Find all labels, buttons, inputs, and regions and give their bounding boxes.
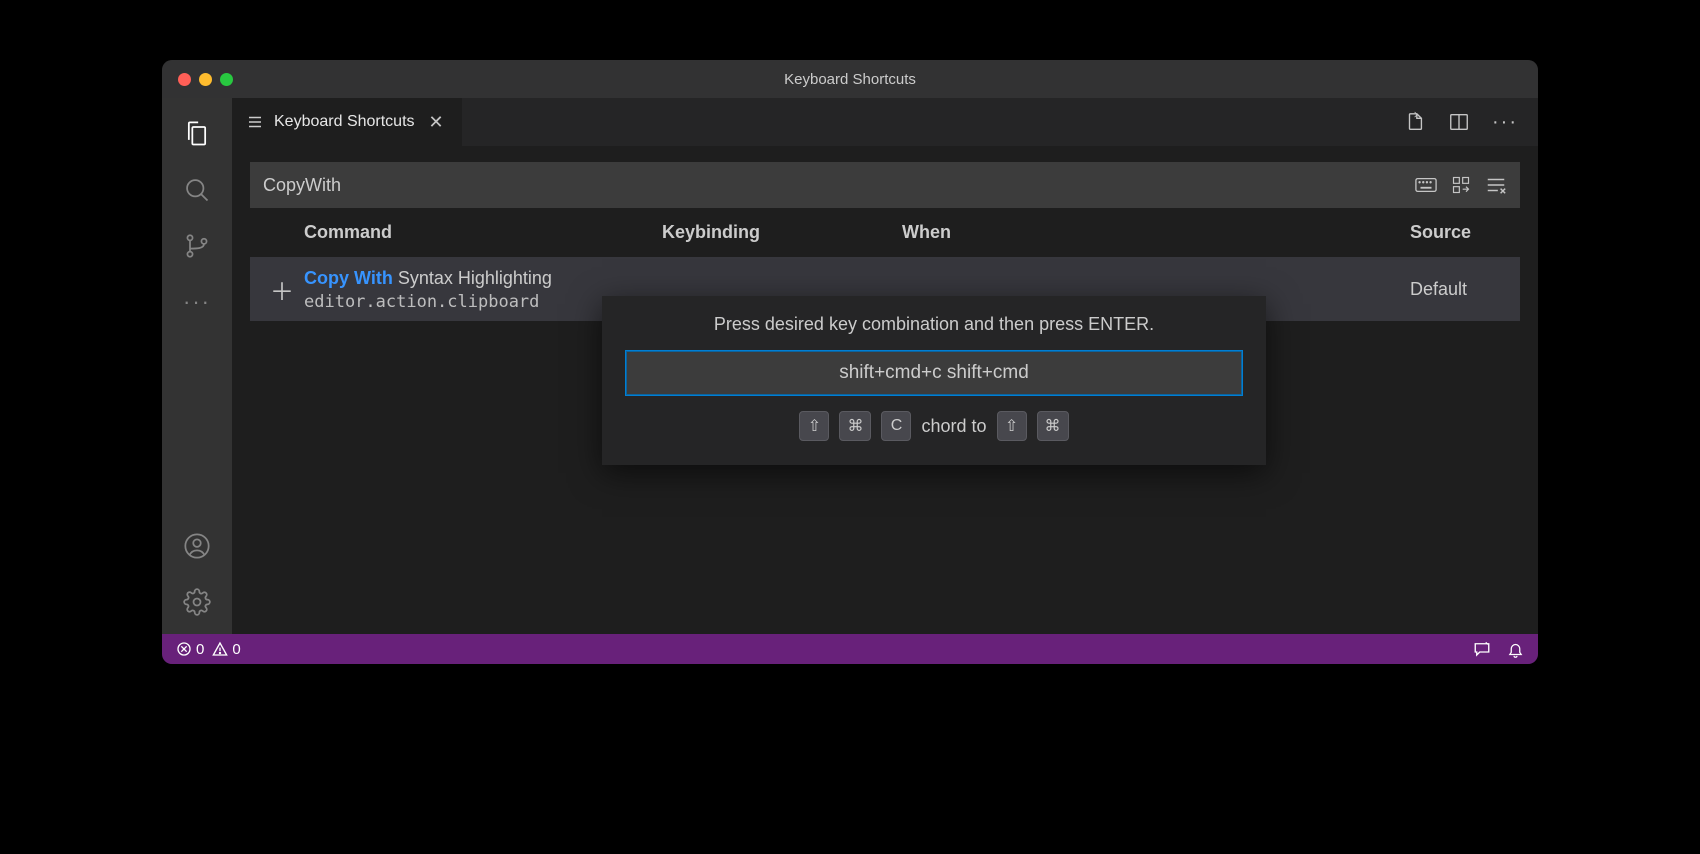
- status-errors[interactable]: 0: [176, 641, 204, 658]
- split-editor-icon[interactable]: [1448, 111, 1470, 133]
- accounts-icon[interactable]: [173, 522, 221, 570]
- keybindings-search-input[interactable]: [263, 175, 1415, 196]
- keycap-shift-icon: ⇧: [997, 411, 1027, 441]
- chord-display: ⇧ ⌘ C chord to ⇧ ⌘: [799, 411, 1068, 441]
- list-icon: [246, 113, 264, 131]
- keybindings-search-bar: [250, 162, 1520, 208]
- keycap-c: C: [881, 411, 911, 441]
- close-window-button[interactable]: [178, 73, 191, 86]
- tab-bar: Keyboard Shortcuts ✕ ···: [232, 98, 1538, 146]
- error-count: 0: [196, 641, 204, 658]
- command-title-match: Copy With: [304, 268, 393, 288]
- settings-gear-icon[interactable]: [173, 578, 221, 626]
- search-icon[interactable]: [173, 166, 221, 214]
- explorer-icon[interactable]: [173, 110, 221, 158]
- keycap-cmd-icon: ⌘: [1037, 411, 1069, 441]
- column-header-keybinding[interactable]: Keybinding: [662, 222, 902, 243]
- warning-icon: [212, 641, 228, 657]
- more-actions-icon[interactable]: ···: [1492, 111, 1518, 134]
- status-bar: 0 0: [162, 634, 1538, 664]
- tab-keyboard-shortcuts[interactable]: Keyboard Shortcuts ✕: [232, 98, 463, 146]
- maximize-window-button[interactable]: [220, 73, 233, 86]
- clear-search-icon[interactable]: [1485, 175, 1507, 195]
- record-keys-icon[interactable]: [1415, 175, 1437, 195]
- keycap-shift-icon: ⇧: [799, 411, 829, 441]
- keyboard-shortcuts-editor: Command Keybinding When Source ＋ Copy Wi…: [232, 146, 1538, 634]
- open-keybindings-json-icon[interactable]: [1404, 111, 1426, 133]
- keybindings-table-header: Command Keybinding When Source: [250, 208, 1520, 257]
- close-tab-icon[interactable]: ✕: [425, 112, 448, 133]
- column-header-when[interactable]: When: [902, 222, 1410, 243]
- dialog-instruction: Press desired key combination and then p…: [714, 314, 1154, 335]
- sort-by-precedence-icon[interactable]: [1451, 175, 1471, 195]
- status-warnings[interactable]: 0: [212, 641, 240, 658]
- chord-label: chord to: [921, 416, 986, 437]
- window-title: Keyboard Shortcuts: [784, 71, 916, 88]
- add-keybinding-icon[interactable]: ＋: [260, 272, 304, 307]
- source-control-icon[interactable]: [173, 222, 221, 270]
- column-header-command[interactable]: Command: [304, 222, 662, 243]
- traffic-lights: [162, 73, 233, 86]
- editor-area: Keyboard Shortcuts ✕ ···: [232, 98, 1538, 634]
- define-keybinding-dialog: Press desired key combination and then p…: [602, 296, 1266, 465]
- minimize-window-button[interactable]: [199, 73, 212, 86]
- row-source-cell: Default: [1410, 279, 1520, 300]
- titlebar[interactable]: Keyboard Shortcuts: [162, 60, 1538, 98]
- status-bell-icon[interactable]: [1507, 641, 1524, 658]
- column-header-source[interactable]: Source: [1410, 222, 1520, 243]
- error-icon: [176, 641, 192, 657]
- keycap-cmd-icon: ⌘: [839, 411, 871, 441]
- keybinding-input[interactable]: [626, 351, 1242, 395]
- tab-label: Keyboard Shortcuts: [274, 113, 415, 131]
- vscode-window: Keyboard Shortcuts ···: [162, 60, 1538, 664]
- editor-actions: ···: [1404, 98, 1538, 146]
- warning-count: 0: [232, 641, 240, 658]
- activity-bar: ···: [162, 98, 232, 634]
- command-title-rest: Syntax Highlighting: [393, 268, 552, 288]
- more-views-icon[interactable]: ···: [173, 278, 221, 326]
- command-title: Copy With Syntax Highlighting: [304, 266, 662, 291]
- window-body: ··· Keyboard Shortcuts ✕: [162, 98, 1538, 634]
- status-feedback-icon[interactable]: [1473, 640, 1491, 658]
